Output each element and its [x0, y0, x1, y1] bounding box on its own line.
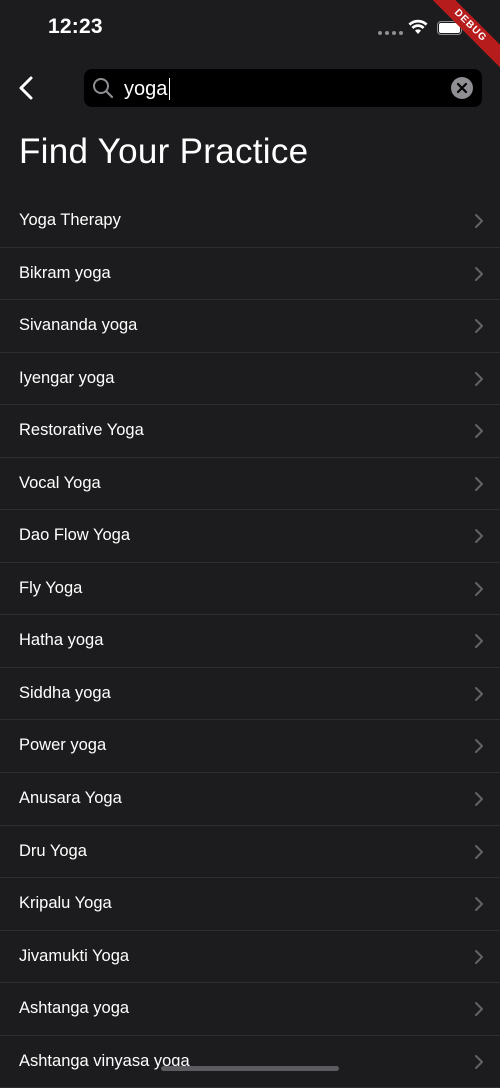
list-item-label: Jivamukti Yoga	[19, 946, 130, 965]
chevron-right-icon	[475, 686, 483, 701]
list-item[interactable]: Ashtanga vinyasa yoga	[0, 1036, 500, 1088]
list-item[interactable]: Siddha yoga	[0, 668, 500, 721]
list-item[interactable]: Dru Yoga	[0, 826, 500, 879]
list-item-label: Yoga Therapy	[19, 211, 121, 229]
list-item[interactable]: Bikram yoga	[0, 248, 500, 301]
list-item-label: Iyengar yoga	[19, 368, 115, 387]
chevron-right-icon	[475, 1002, 483, 1017]
list-item[interactable]: Vocal Yoga	[0, 458, 500, 511]
chevron-right-icon	[475, 844, 483, 859]
list-item[interactable]: Power yoga	[0, 720, 500, 774]
search-input[interactable]: yoga	[124, 78, 171, 100]
chevron-right-icon	[475, 792, 483, 807]
list-item[interactable]: Iyengar yoga	[0, 353, 500, 406]
list-item-label: Bikram yoga	[19, 263, 111, 282]
list-item-label: Fly Yoga	[19, 578, 83, 597]
chevron-right-icon	[475, 529, 483, 544]
search-field[interactable]: yoga	[84, 69, 482, 107]
page-title: Find Your Practice	[19, 132, 309, 171]
debug-banner-label: DEBUG	[421, 0, 500, 75]
list-item[interactable]: Fly Yoga	[0, 563, 500, 616]
search-icon	[93, 78, 114, 99]
list-item[interactable]: Dao Flow Yoga	[0, 510, 500, 563]
chevron-right-icon	[475, 214, 483, 228]
home-indicator	[161, 1066, 339, 1071]
list-item-label: Ashtanga yoga	[19, 999, 130, 1018]
chevron-right-icon	[475, 581, 483, 596]
status-time: 12:23	[48, 15, 103, 38]
list-item[interactable]: Jivamukti Yoga	[0, 931, 500, 984]
chevron-right-icon	[475, 1054, 483, 1069]
list-item[interactable]: Restorative Yoga	[0, 405, 500, 458]
list-item-label: Anusara Yoga	[19, 789, 122, 808]
list-item-label: Restorative Yoga	[19, 421, 144, 440]
chevron-right-icon	[475, 949, 483, 964]
chevron-right-icon	[475, 319, 483, 334]
list-item-label: Hatha yoga	[19, 631, 104, 650]
list-item-label: Dao Flow Yoga	[19, 526, 130, 545]
list-item-label: Vocal Yoga	[19, 473, 101, 492]
navigation-bar: yoga	[0, 66, 500, 110]
list-item[interactable]: Hatha yoga	[0, 615, 500, 668]
cellular-signal-icon	[378, 31, 403, 35]
list-item-label: Dru Yoga	[19, 841, 87, 860]
list-item-label: Sivananda yoga	[19, 316, 138, 335]
clear-search-button[interactable]	[450, 76, 474, 100]
list-item[interactable]: Anusara Yoga	[0, 773, 500, 826]
chevron-right-icon	[475, 371, 483, 386]
practice-list: Yoga Therapy Bikram yoga Sivananda yoga Iye…	[0, 195, 500, 1088]
chevron-right-icon	[475, 634, 483, 649]
list-item-label: Power yoga	[19, 736, 107, 755]
list-item[interactable]: Ashtanga yoga	[0, 983, 500, 1036]
list-item[interactable]: Yoga Therapy	[0, 195, 500, 248]
chevron-right-icon	[475, 739, 483, 754]
chevron-right-icon	[475, 424, 483, 439]
chevron-right-icon	[475, 897, 483, 912]
list-item-label: Kripalu Yoga	[19, 894, 112, 913]
list-item-label: Siddha yoga	[19, 683, 111, 702]
list-item[interactable]: Kripalu Yoga	[0, 878, 500, 931]
chevron-right-icon	[475, 476, 483, 491]
back-button[interactable]	[14, 74, 42, 102]
list-item[interactable]: Sivananda yoga	[0, 300, 500, 353]
chevron-right-icon	[475, 266, 483, 281]
